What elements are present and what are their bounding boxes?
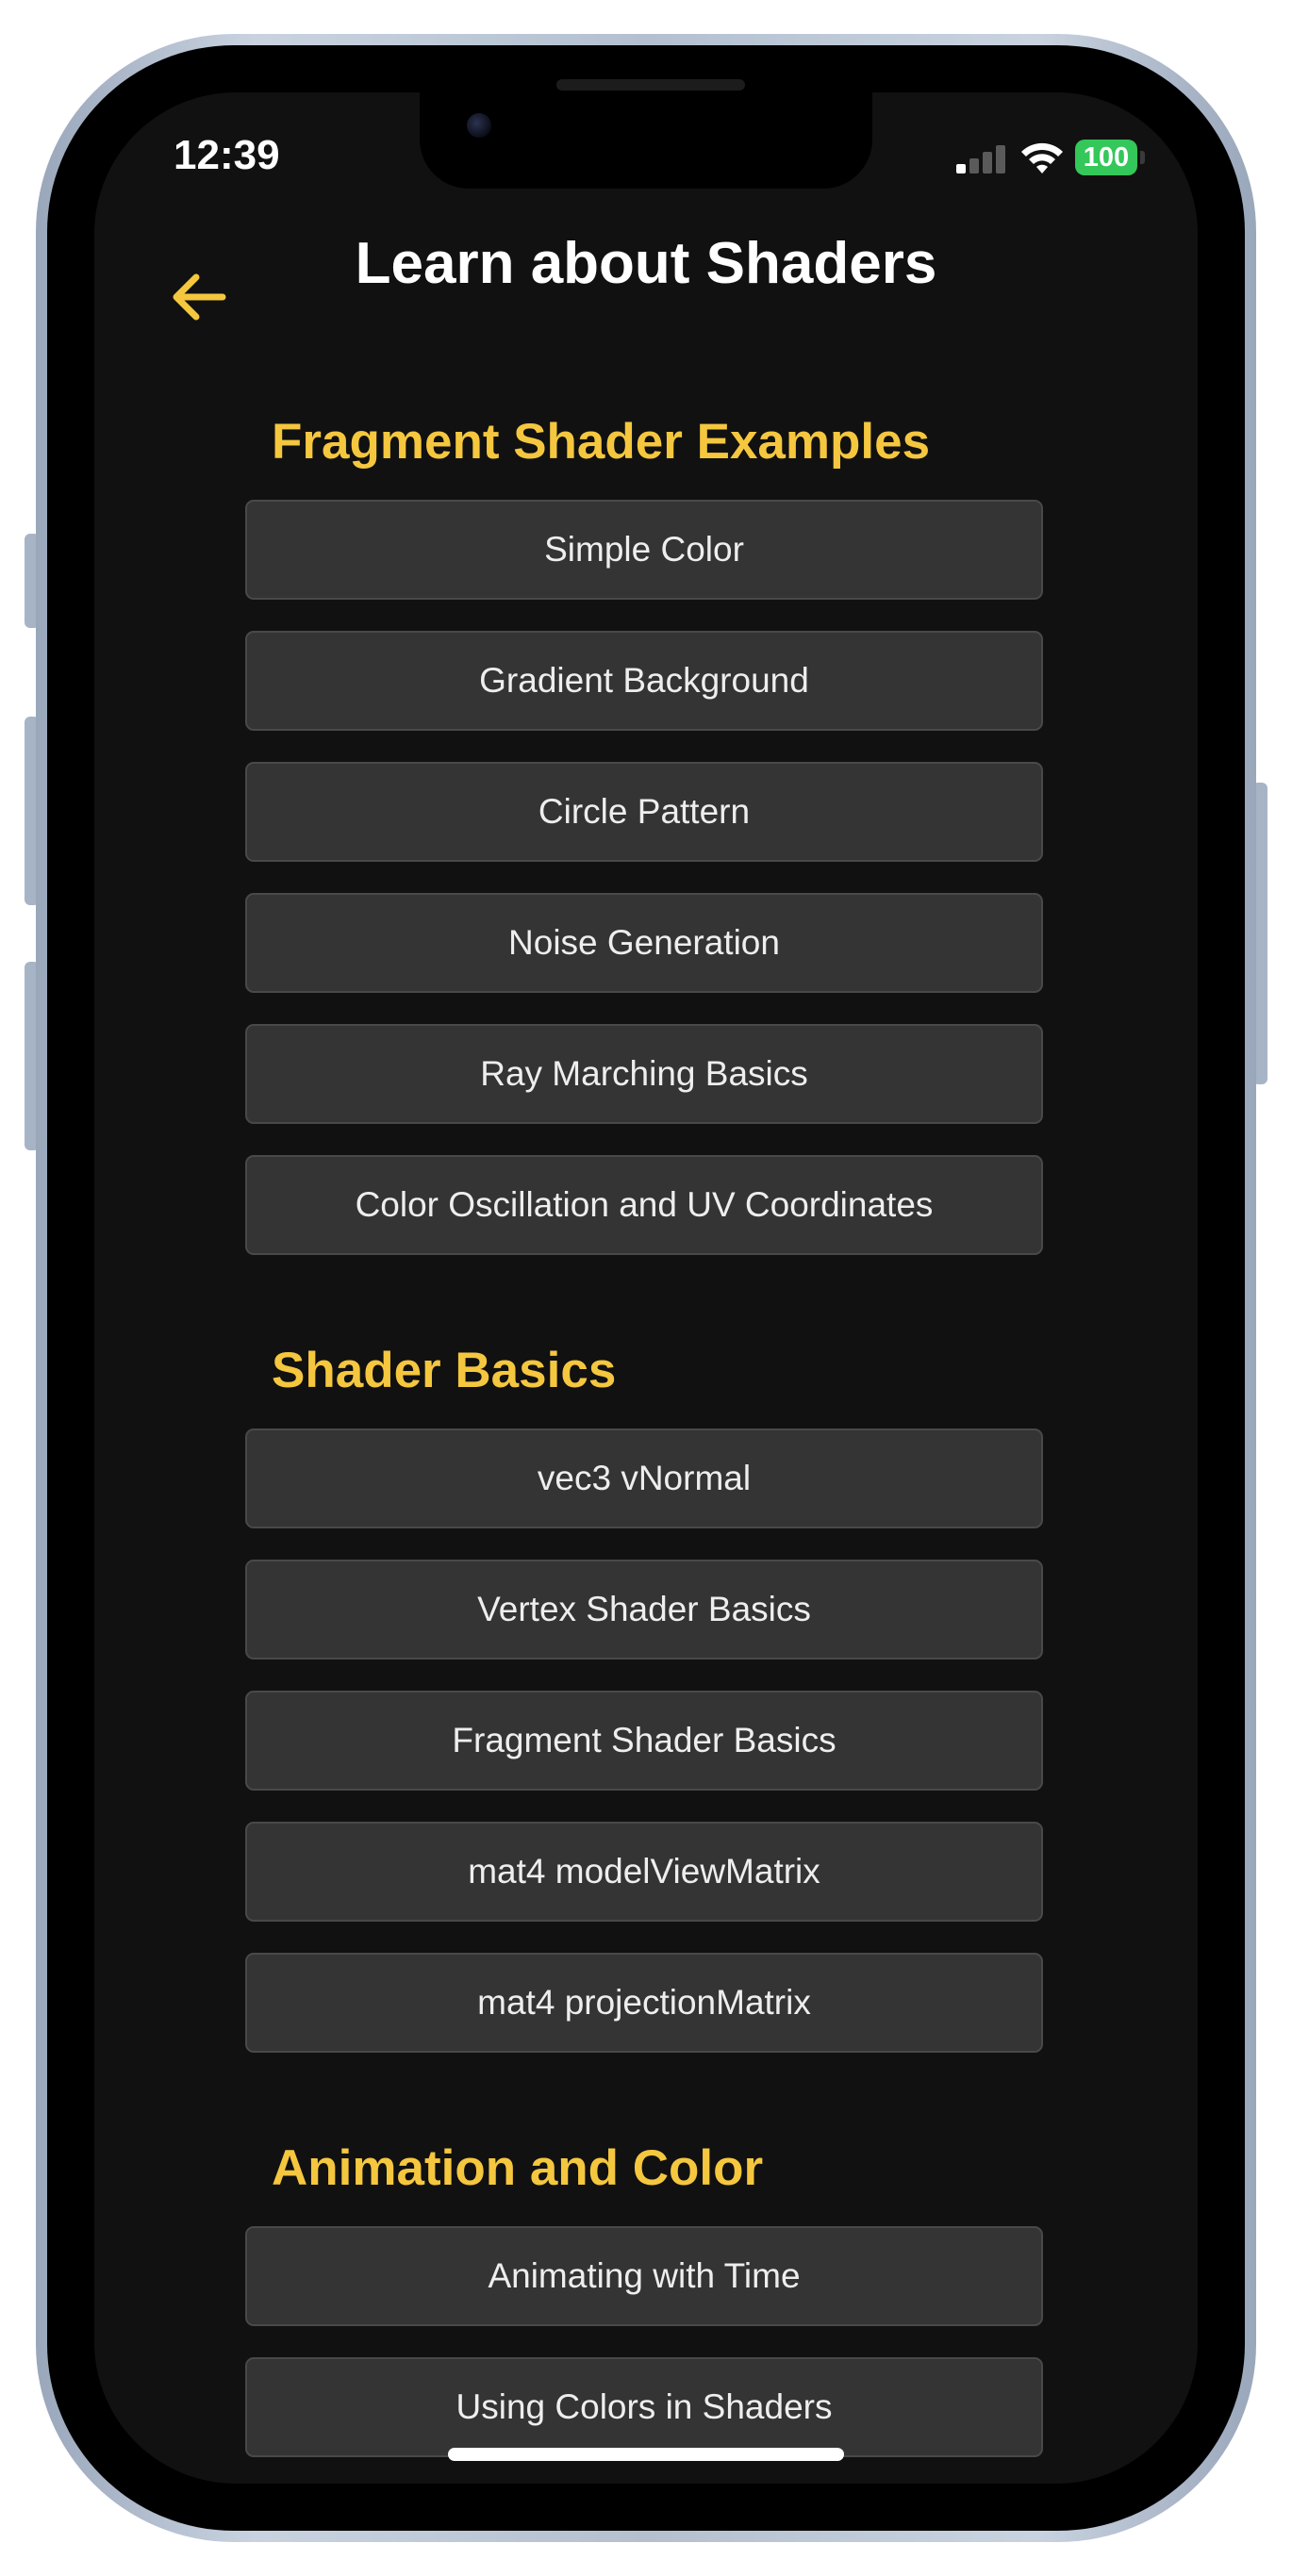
list-item-animating-with-time[interactable]: Animating with Time [245, 2226, 1043, 2326]
section-title-shader-basics: Shader Basics [272, 1343, 617, 1398]
list-item-ray-marching-basics[interactable]: Ray Marching Basics [245, 1024, 1043, 1124]
app-screen: 12:39 100 Learn about Shaders Fragment S… [94, 92, 1198, 2484]
status-time: 12:39 [174, 132, 280, 178]
front-camera [467, 113, 491, 138]
list-item-vertex-shader-basics[interactable]: Vertex Shader Basics [245, 1560, 1043, 1660]
battery-tip [1140, 151, 1145, 164]
cellular-signal-icon [956, 143, 1007, 173]
notch [420, 92, 872, 189]
list-item-circle-pattern[interactable]: Circle Pattern [245, 762, 1043, 862]
list-item-gradient-background[interactable]: Gradient Background [245, 631, 1043, 731]
battery-icon: 100 [1075, 140, 1137, 175]
wifi-icon [1021, 142, 1063, 173]
list-item-vec3-vnormal[interactable]: vec3 vNormal [245, 1428, 1043, 1528]
list-item-color-oscillation[interactable]: Color Oscillation and UV Coordinates [245, 1155, 1043, 1255]
list-item-fragment-shader-basics[interactable]: Fragment Shader Basics [245, 1691, 1043, 1791]
list-item-simple-color[interactable]: Simple Color [245, 500, 1043, 600]
section-title-animation-and-color: Animation and Color [272, 2140, 764, 2196]
earpiece-speaker [556, 79, 745, 91]
page-title: Learn about Shaders [355, 231, 937, 296]
status-icons: 100 [956, 140, 1145, 177]
list-item-mat4-modelviewmatrix[interactable]: mat4 modelViewMatrix [245, 1822, 1043, 1922]
list-item-mat4-projectionmatrix[interactable]: mat4 projectionMatrix [245, 1953, 1043, 2053]
home-indicator[interactable] [448, 2448, 844, 2461]
list-item-noise-generation[interactable]: Noise Generation [245, 893, 1043, 993]
section-title-fragment-shader-examples: Fragment Shader Examples [272, 414, 931, 470]
list-item-using-colors-in-shaders[interactable]: Using Colors in Shaders [245, 2357, 1043, 2457]
